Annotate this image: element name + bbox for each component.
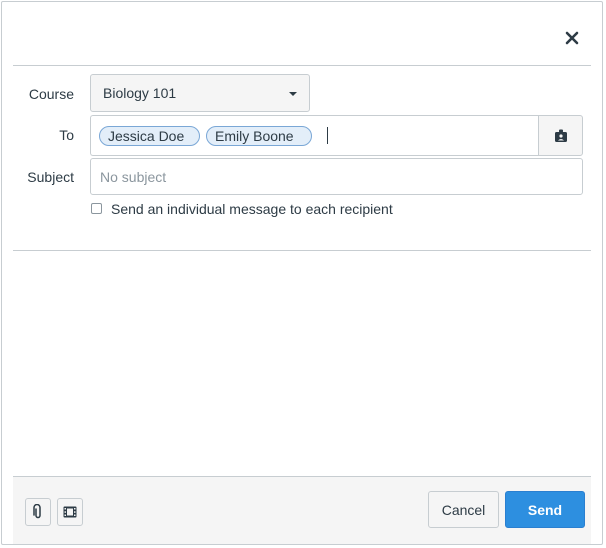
send-button[interactable]: Send — [505, 491, 585, 528]
caret-down-icon — [289, 92, 297, 96]
close-button[interactable] — [560, 26, 584, 50]
subject-input[interactable] — [90, 158, 583, 195]
attachment-button[interactable] — [25, 498, 51, 526]
header-divider — [13, 65, 591, 66]
body-divider — [13, 250, 591, 251]
recipient-token[interactable]: Emily Boone — [206, 126, 312, 146]
individual-message-checkbox[interactable] — [91, 203, 102, 214]
compose-message-dialog: Course Biology 101 To Jessica Doe Emily … — [1, 1, 603, 545]
course-select-value: Biology 101 — [103, 85, 177, 101]
recipients-input[interactable]: Jessica Doe Emily Boone — [90, 115, 538, 156]
address-book-button[interactable] — [538, 115, 583, 156]
address-book-icon — [554, 129, 567, 142]
to-label: To — [59, 127, 74, 143]
cancel-button[interactable]: Cancel — [428, 491, 499, 528]
individual-message-label: Send an individual message to each recip… — [111, 201, 393, 217]
media-button[interactable] — [57, 498, 83, 526]
course-label: Course — [28, 86, 74, 102]
message-body[interactable] — [13, 252, 591, 476]
dialog-footer: Cancel Send — [13, 476, 591, 544]
text-cursor — [327, 127, 328, 144]
paperclip-icon — [33, 504, 41, 519]
media-icon — [63, 506, 77, 518]
recipient-token[interactable]: Jessica Doe — [99, 126, 200, 146]
subject-label: Subject — [27, 169, 74, 185]
close-icon — [565, 31, 579, 45]
course-select[interactable]: Biology 101 — [90, 74, 310, 112]
